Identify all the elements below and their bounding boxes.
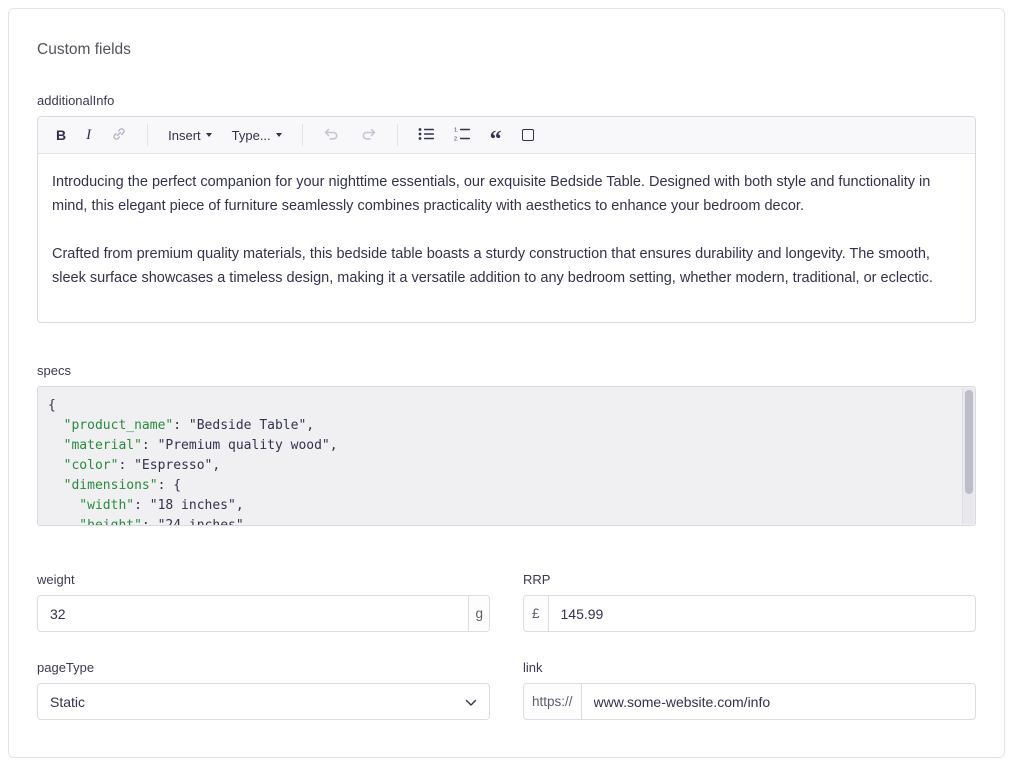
scrollbar-thumb[interactable] [965, 390, 973, 494]
square-outline-icon [522, 129, 534, 141]
weight-label: weight [37, 572, 490, 587]
numbered-list-button[interactable]: 1. 2. [446, 123, 478, 148]
chevron-down-icon [465, 694, 477, 710]
pageType-label: pageType [37, 660, 490, 675]
rte-paragraph: Crafted from premium quality materials, … [52, 242, 961, 290]
rte-content[interactable]: Introducing the perfect companion for yo… [38, 154, 975, 322]
bullet-list-icon [418, 127, 434, 144]
toolbar-separator [397, 124, 398, 146]
weight-unit-suffix: g [468, 596, 489, 631]
chevron-down-icon [276, 133, 282, 137]
field-link: link https:// [523, 660, 976, 720]
undo-button[interactable] [315, 123, 348, 148]
rich-text-editor: B I Insert Typ [37, 116, 976, 323]
media-block-button[interactable] [514, 125, 542, 145]
redo-icon [360, 127, 377, 144]
link-icon [111, 126, 127, 145]
field-rrp: RRP £ [523, 572, 976, 632]
blockquote-icon: “ [490, 125, 502, 145]
weight-input[interactable] [38, 596, 468, 631]
fields-row-pagetype-link: pageType Static link https:// [37, 660, 976, 720]
field-pageType: pageType Static [37, 660, 490, 720]
currency-prefix: £ [524, 596, 549, 631]
additionalInfo-label: additionalInfo [37, 93, 976, 108]
type-dropdown[interactable]: Type... [224, 124, 290, 147]
code-line: "product_name": "Bedside Table", [48, 416, 953, 436]
link-input[interactable] [582, 684, 975, 719]
numbered-list-icon: 1. 2. [454, 127, 470, 144]
custom-fields-card: Custom fields additionalInfo B I [8, 8, 1005, 758]
field-specs: specs { "product_name": "Bedside Table",… [37, 363, 976, 526]
code-line: "width": "18 inches", [48, 496, 953, 516]
protocol-prefix: https:// [524, 684, 582, 719]
code-line: { [48, 396, 953, 416]
code-line: "dimensions": { [48, 476, 953, 496]
blockquote-button[interactable]: “ [482, 121, 510, 149]
bullet-list-button[interactable] [410, 123, 442, 148]
rrp-label: RRP [523, 572, 976, 587]
field-weight: weight g [37, 572, 490, 632]
italic-button[interactable]: I [78, 123, 99, 148]
code-line: "color": "Espresso", [48, 456, 953, 476]
code-line: "height": "24 inches", [48, 516, 953, 526]
redo-button[interactable] [352, 123, 385, 148]
specs-code-editor[interactable]: { "product_name": "Bedside Table", "mate… [37, 386, 976, 526]
scrollbar[interactable] [962, 388, 974, 524]
link-button[interactable] [103, 122, 135, 149]
toolbar-separator [147, 124, 148, 146]
code-line: "material": "Premium quality wood", [48, 436, 953, 456]
weight-input-group: g [37, 595, 490, 632]
undo-icon [323, 127, 340, 144]
link-input-group: https:// [523, 683, 976, 720]
specs-label: specs [37, 363, 976, 378]
rrp-input[interactable] [549, 596, 975, 631]
link-label: link [523, 660, 976, 675]
svg-text:2.: 2. [454, 136, 459, 141]
chevron-down-icon [206, 133, 212, 137]
rrp-input-group: £ [523, 595, 976, 632]
pageType-select[interactable]: Static [37, 683, 490, 720]
toolbar-separator [302, 124, 303, 146]
pageType-selected-value: Static [50, 694, 85, 710]
bold-button[interactable]: B [48, 123, 74, 147]
rte-paragraph: Introducing the perfect companion for yo… [52, 170, 961, 218]
svg-text:1.: 1. [454, 127, 459, 133]
fields-row-weight-rrp: weight g RRP £ [37, 572, 976, 632]
insert-dropdown[interactable]: Insert [160, 124, 220, 147]
field-additionalInfo: additionalInfo B I Insert [37, 93, 976, 323]
section-title: Custom fields [37, 41, 976, 59]
rte-toolbar: B I Insert Typ [38, 117, 975, 154]
